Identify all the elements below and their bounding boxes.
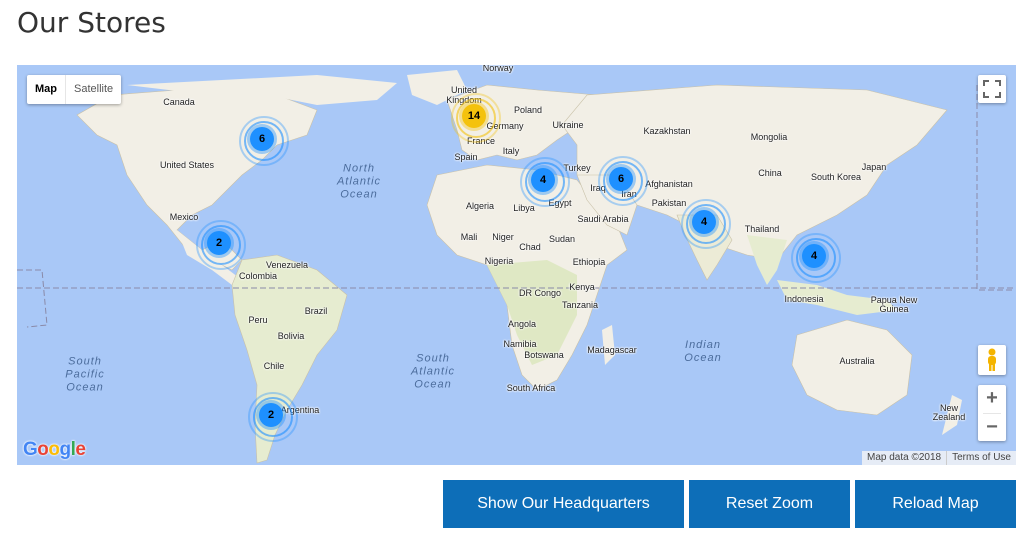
label-colombia: Colombia	[238, 271, 278, 281]
show-headquarters-button[interactable]: Show Our Headquarters	[443, 480, 684, 528]
pegman-icon	[988, 348, 996, 371]
street-view-pegman-button[interactable]	[978, 345, 1006, 375]
label-peru: Peru	[248, 315, 268, 325]
cluster-count: 4	[692, 210, 716, 234]
terms-of-use-link[interactable]: Terms of Use	[947, 451, 1016, 465]
label-thailand: Thailand	[744, 224, 780, 234]
label-kazakhstan: Kazakhstan	[643, 126, 691, 136]
cluster-marker-europe[interactable]: 14	[447, 89, 501, 143]
label-canada: Canada	[163, 97, 195, 107]
label-mali: Mali	[460, 232, 478, 242]
label-north-atlantic: North Atlantic Ocean	[336, 162, 382, 201]
label-kenya: Kenya	[569, 282, 595, 292]
map-attribution: Map data ©2018 Terms of Use	[862, 451, 1016, 465]
google-logo[interactable]: Google	[23, 439, 86, 461]
zoom-in-button[interactable]: +	[978, 385, 1006, 413]
page-title: Our Stores	[17, 6, 166, 39]
map-actions: Show Our Headquarters Reset Zoom Reload …	[443, 480, 1016, 528]
cluster-marker-mediterranean[interactable]: 4	[516, 153, 570, 207]
map-type-map-button[interactable]: Map	[27, 75, 66, 104]
map-data-credit: Map data ©2018	[867, 452, 942, 463]
map-type-control: Map Satellite	[27, 75, 122, 104]
label-saudi-arabia: Saudi Arabia	[577, 214, 629, 224]
label-south-atlantic: South Atlantic Ocean	[410, 352, 456, 391]
label-brazil: Brazil	[304, 306, 328, 316]
label-nigeria: Nigeria	[484, 256, 514, 266]
label-spain: Spain	[454, 152, 478, 162]
map-type-satellite-button[interactable]: Satellite	[66, 75, 121, 104]
label-botswana: Botswana	[524, 350, 564, 360]
cluster-count: 6	[609, 167, 633, 191]
cluster-count: 6	[250, 127, 274, 151]
label-south-africa: South Africa	[506, 383, 556, 393]
label-united-states: United States	[159, 160, 215, 170]
reload-map-button[interactable]: Reload Map	[855, 480, 1016, 528]
label-new-zealand: New Zealand	[932, 403, 966, 422]
label-chad: Chad	[519, 242, 541, 252]
label-chile: Chile	[263, 361, 285, 371]
label-indian-ocean: Indian Ocean	[684, 339, 722, 364]
label-south-pacific: South Pacific Ocean	[65, 355, 105, 394]
label-south-korea: South Korea	[810, 172, 862, 182]
label-japan: Japan	[861, 162, 887, 172]
cluster-marker-southeast-asia[interactable]: 4	[787, 229, 841, 283]
label-norway: Norway	[482, 65, 514, 73]
label-papua: Papua New Guinea	[870, 295, 918, 314]
label-niger: Niger	[492, 232, 514, 242]
cluster-marker-south-america[interactable]: 2	[244, 388, 298, 442]
label-tanzania: Tanzania	[561, 300, 599, 310]
store-map[interactable]: Norway United Kingdom Poland Germany Ukr…	[17, 65, 1016, 465]
cluster-count: 2	[259, 403, 283, 427]
fullscreen-button[interactable]	[978, 75, 1006, 103]
label-angola: Angola	[507, 319, 537, 329]
label-poland: Poland	[513, 105, 543, 115]
label-dr-congo: DR Congo	[518, 288, 562, 298]
cluster-count: 2	[207, 231, 231, 255]
label-ethiopia: Ethiopia	[572, 257, 606, 267]
cluster-count: 4	[531, 168, 555, 192]
cluster-marker-north-america[interactable]: 6	[235, 112, 289, 166]
fullscreen-icon	[983, 80, 1001, 98]
label-bolivia: Bolivia	[277, 331, 305, 341]
label-indonesia: Indonesia	[784, 294, 824, 304]
label-australia: Australia	[839, 356, 875, 366]
label-venezuela: Venezuela	[265, 260, 309, 270]
label-namibia: Namibia	[503, 339, 537, 349]
zoom-out-button[interactable]: −	[978, 414, 1006, 442]
label-madagascar: Madagascar	[587, 345, 637, 355]
cluster-count: 4	[802, 244, 826, 268]
label-sudan: Sudan	[548, 234, 576, 244]
cluster-count: 14	[462, 104, 486, 128]
label-afghanistan: Afghanistan	[645, 179, 693, 189]
label-ukraine: Ukraine	[552, 120, 584, 130]
zoom-control: + −	[978, 385, 1006, 441]
cluster-marker-india[interactable]: 4	[677, 195, 731, 249]
label-mongolia: Mongolia	[750, 132, 788, 142]
label-algeria: Algeria	[465, 201, 495, 211]
cluster-marker-middle-east[interactable]: 6	[594, 152, 648, 206]
label-china: China	[758, 168, 782, 178]
reset-zoom-button[interactable]: Reset Zoom	[689, 480, 850, 528]
cluster-marker-central-america[interactable]: 2	[192, 216, 246, 270]
